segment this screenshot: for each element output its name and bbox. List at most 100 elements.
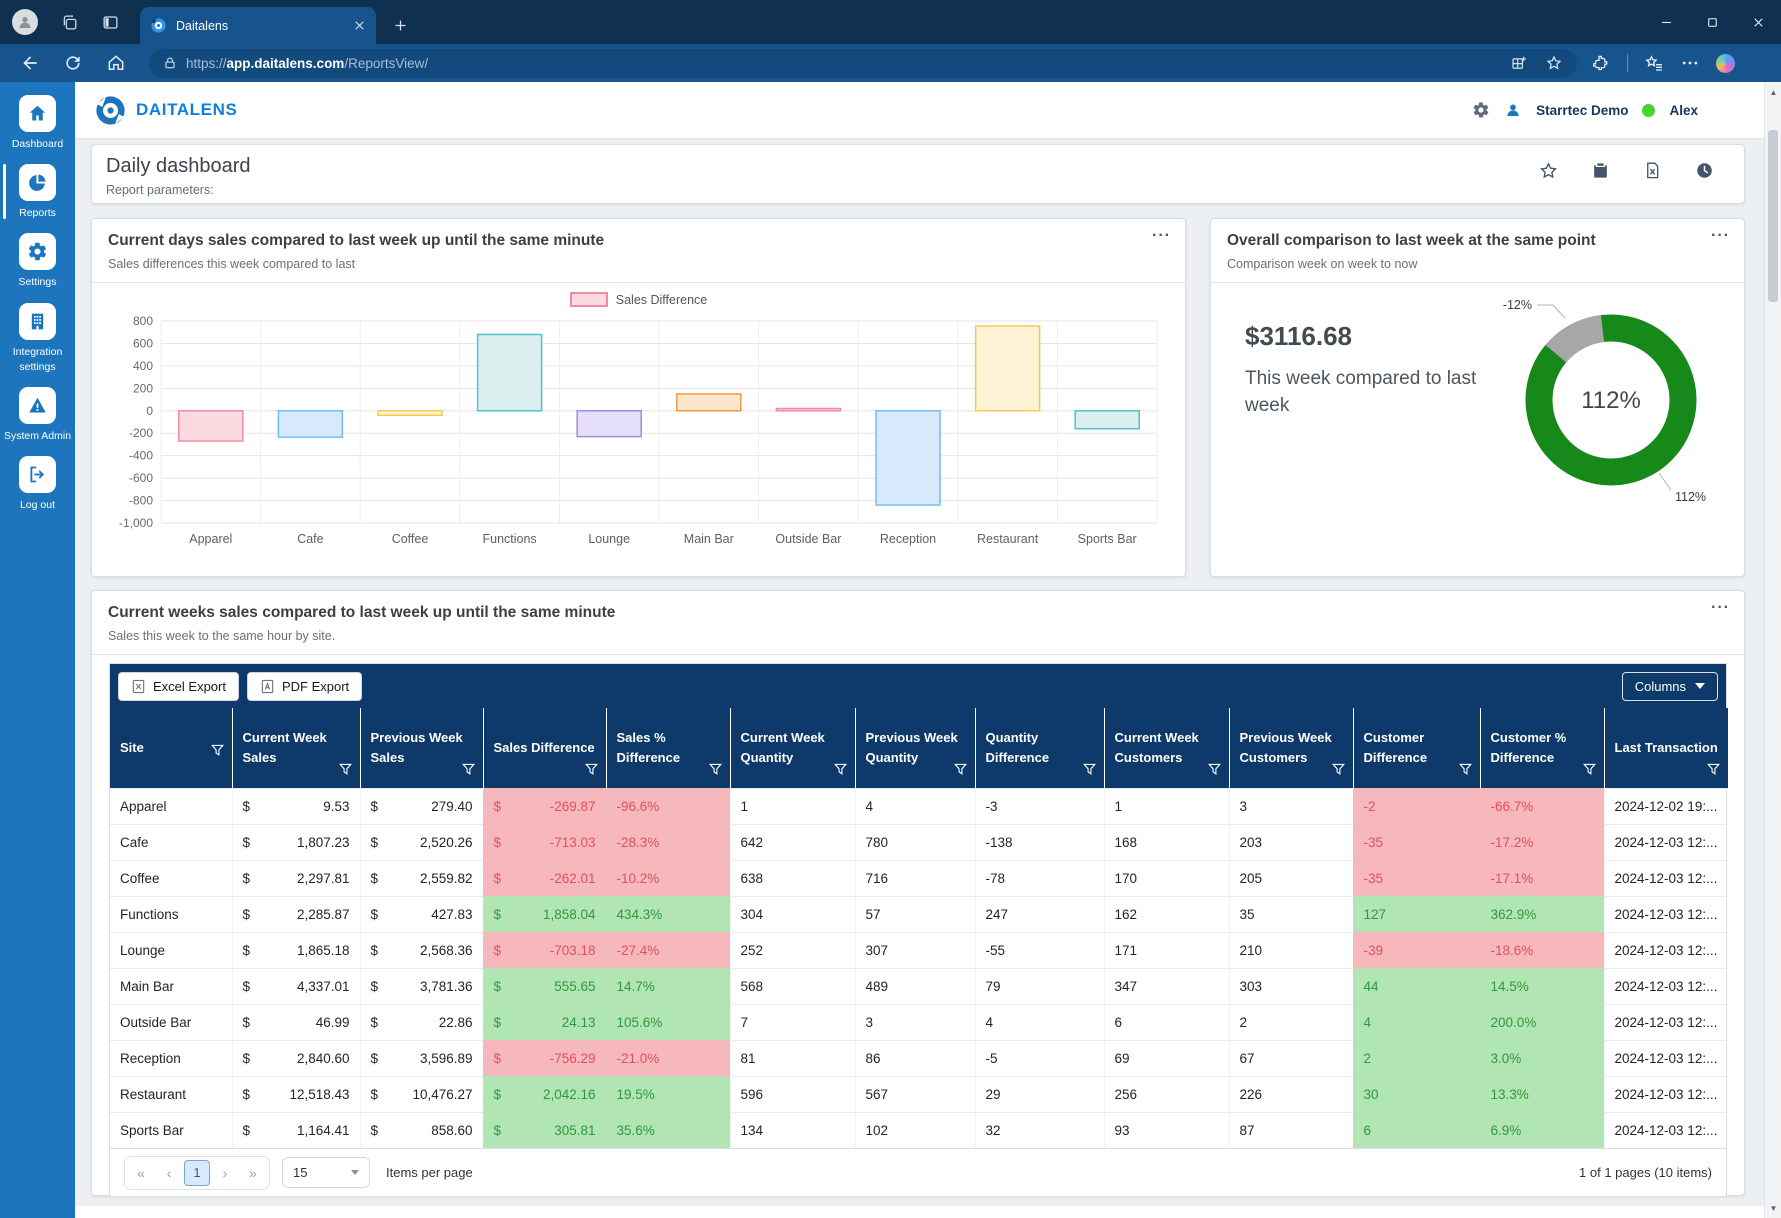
excel-file-icon[interactable] [1643,161,1662,180]
prev-page-button[interactable]: ‹ [156,1160,182,1186]
excel-export-button[interactable]: Excel Export [118,672,239,701]
filter-icon[interactable] [1459,762,1472,775]
last-page-button[interactable]: » [240,1160,266,1186]
window-close-button[interactable] [1735,0,1781,44]
url-text: https://app.daitalens.com/ReportsView/ [186,56,1493,71]
sidebar-item-dashboard[interactable]: Dashboard [0,95,75,152]
split-screen-icon[interactable] [1510,54,1528,72]
browser-titlebar: Daitalens [0,0,1781,44]
column-header-sales_difference[interactable]: Sales Difference [483,708,606,788]
tab-panel-icon[interactable] [101,13,120,32]
home-browser-icon[interactable] [106,53,126,73]
table-row[interactable]: Reception$2,840.60$3,596.89$-756.29-21.0… [110,1040,1728,1076]
settings-gear-icon[interactable] [1472,101,1490,119]
column-header-quantity_difference[interactable]: Quantity Difference [975,708,1104,788]
window-maximize-button[interactable] [1689,0,1735,44]
favorite-report-icon[interactable] [1539,161,1558,180]
column-header-customer_difference[interactable]: Customer Difference [1353,708,1480,788]
column-header-current_week_sales[interactable]: Current Week Sales [232,708,360,788]
table-row[interactable]: Functions$2,285.87$427.83$1,858.04434.3%… [110,896,1728,932]
card-menu-button[interactable]: ··· [1711,599,1730,617]
new-tab-button[interactable] [393,18,408,33]
table-row[interactable]: Outside Bar$46.99$22.86$24.13105.6%73462… [110,1004,1728,1040]
filter-icon[interactable] [339,762,352,775]
columns-button[interactable]: Columns [1622,672,1718,701]
filter-icon[interactable] [834,762,847,775]
vertical-scrollbar[interactable]: ▲ ▼ [1764,82,1781,1218]
sidebar-item-integration-settings[interactable]: Integration settings [0,303,75,375]
sidebar-item-reports[interactable]: Reports [0,164,75,221]
table-row[interactable]: Restaurant$12,518.43$10,476.27$2,042.161… [110,1076,1728,1112]
cell-quantity_difference: -138 [975,824,1104,860]
card-menu-button[interactable]: ··· [1152,227,1171,245]
favorite-star-icon[interactable] [1545,54,1563,72]
filter-icon[interactable] [585,762,598,775]
column-header-previous_week_sales[interactable]: Previous Week Sales [360,708,483,788]
cell-quantity_difference: -78 [975,860,1104,896]
pdf-export-button[interactable]: PDF Export [247,672,362,701]
favorites-bar-icon[interactable] [1644,53,1664,73]
tab-close-icon[interactable] [353,19,366,32]
filter-icon[interactable] [1332,762,1345,775]
user-icon[interactable] [1504,101,1522,119]
filter-icon[interactable] [211,743,224,756]
column-header-previous_week_quantity[interactable]: Previous Week Quantity [855,708,975,788]
copilot-icon[interactable] [1716,54,1735,73]
donut-positive-label: 112% [1675,490,1706,504]
scroll-down-icon[interactable]: ▼ [1765,1200,1781,1216]
address-bar[interactable]: https://app.daitalens.com/ReportsView/ [149,49,1577,78]
extensions-icon[interactable] [1591,53,1611,73]
page-size-select[interactable]: 15 [282,1157,370,1188]
filter-icon[interactable] [954,762,967,775]
workspaces-icon[interactable] [60,13,79,32]
sidebar-item-settings[interactable]: Settings [0,233,75,290]
column-header-customer_pct_difference[interactable]: Customer % Difference [1480,708,1604,788]
scrollbar-thumb[interactable] [1768,130,1778,302]
window-minimize-button[interactable] [1643,0,1689,44]
user-name[interactable]: Alex [1669,103,1698,118]
column-header-site[interactable]: Site [110,708,232,788]
browser-tab[interactable]: Daitalens [140,7,376,44]
next-page-button[interactable]: › [212,1160,238,1186]
brand[interactable]: DAITALENS [95,95,237,126]
chevron-down-icon [351,1170,359,1175]
filter-icon[interactable] [1707,762,1720,775]
column-header-current_week_customers[interactable]: Current Week Customers [1104,708,1229,788]
table-row[interactable]: Lounge$1,865.18$2,568.36$-703.18-27.4%25… [110,932,1728,968]
cell-last_transaction: 2024-12-03 12:... [1604,860,1728,896]
table-row[interactable]: Apparel$9.53$279.40$-269.87-96.6%14-313-… [110,788,1728,824]
filter-icon[interactable] [462,762,475,775]
filter-icon[interactable] [709,762,722,775]
back-icon[interactable] [20,53,40,73]
clipboard-icon[interactable] [1591,161,1610,180]
browser-profile-avatar[interactable] [12,9,38,35]
table-row[interactable]: Main Bar$4,337.01$3,781.36$555.6514.7%56… [110,968,1728,1004]
table-row[interactable]: Sports Bar$1,164.41$858.60$305.8135.6%13… [110,1112,1728,1148]
filter-icon[interactable] [1083,762,1096,775]
refresh-icon[interactable] [63,53,83,73]
current-page-button[interactable]: 1 [184,1160,210,1186]
table-row[interactable]: Coffee$2,297.81$2,559.82$-262.01-10.2%63… [110,860,1728,896]
column-header-sales_pct_difference[interactable]: Sales % Difference [606,708,730,788]
lock-icon[interactable] [163,56,177,70]
building-icon [19,303,56,340]
filter-icon[interactable] [1208,762,1221,775]
sidebar-item-system-admin[interactable]: System Admin [0,387,75,444]
filter-icon[interactable] [1583,762,1596,775]
sidebar-item-log-out[interactable]: Log out [0,456,75,513]
donut-negative-label: -12% [1503,298,1532,312]
column-header-current_week_quantity[interactable]: Current Week Quantity [730,708,855,788]
column-header-last_transaction[interactable]: Last Transaction [1604,708,1728,788]
svg-text:-800: -800 [128,494,152,508]
cell-previous_week_quantity: 489 [855,968,975,1004]
card-menu-button[interactable]: ··· [1711,227,1730,245]
account-name[interactable]: Starrtec Demo [1536,103,1628,118]
clock-icon[interactable] [1695,161,1714,180]
browser-menu-icon[interactable] [1680,53,1700,73]
scroll-up-icon[interactable]: ▲ [1765,84,1781,100]
bar-reception [876,411,940,505]
column-header-previous_week_customers[interactable]: Previous Week Customers [1229,708,1353,788]
site-favicon-icon [150,17,167,34]
table-row[interactable]: Cafe$1,807.23$2,520.26$-713.03-28.3%6427… [110,824,1728,860]
first-page-button[interactable]: « [128,1160,154,1186]
